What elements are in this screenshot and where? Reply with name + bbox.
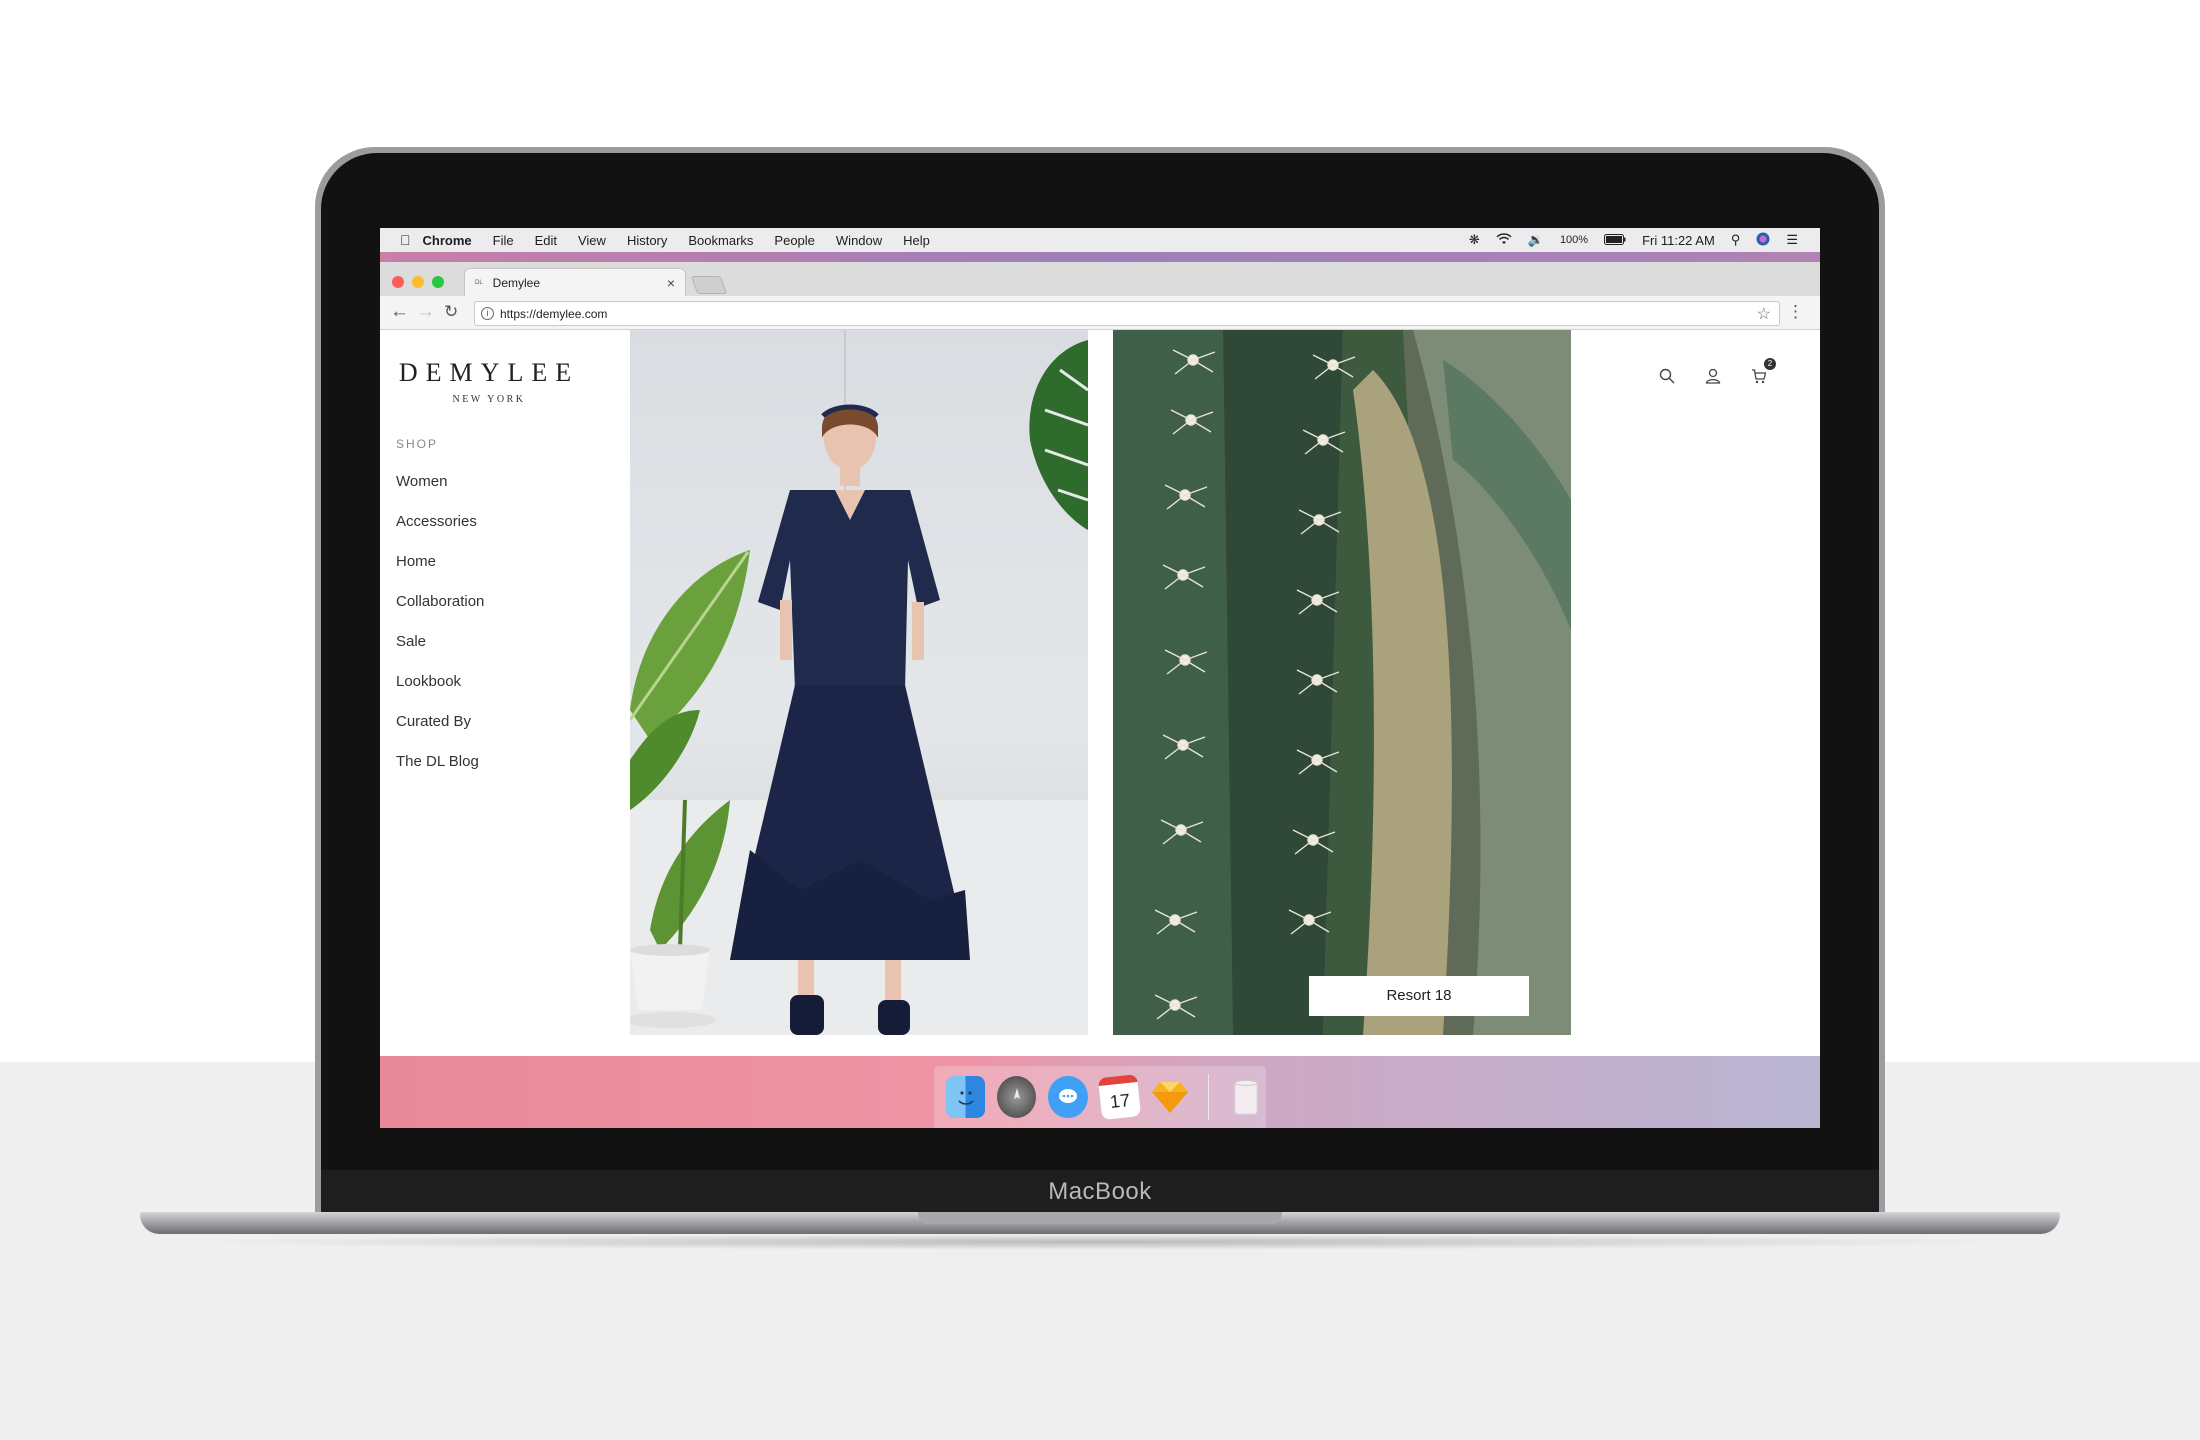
- tab-title: Demylee: [492, 275, 541, 290]
- menu-people[interactable]: People: [774, 233, 814, 248]
- menu-bookmarks[interactable]: Bookmarks: [688, 233, 753, 248]
- spotlight-search-icon[interactable]: ⚲: [1731, 232, 1741, 248]
- browser-menu-icon[interactable]: ⋮: [1787, 303, 1804, 320]
- reload-icon[interactable]: ↻: [444, 302, 458, 322]
- resort-18-button[interactable]: Resort 18: [1309, 976, 1529, 1016]
- cart-icon[interactable]: 2: [1748, 358, 1776, 389]
- browser-tabbar: DL Demylee ×: [380, 262, 1820, 296]
- launchpad-icon[interactable]: [997, 1076, 1037, 1118]
- shop-nav-heading: SHOP: [396, 437, 439, 451]
- nav-item-lookbook[interactable]: Lookbook: [396, 672, 484, 712]
- logo-subtitle: NEW YORK: [452, 394, 526, 405]
- messages-icon[interactable]: [1048, 1076, 1088, 1118]
- hero-image-cactus[interactable]: Resort 18: [1113, 330, 1571, 1035]
- volume-icon[interactable]: 🔉: [1528, 232, 1544, 248]
- menubar-clock[interactable]: Fri 11:22 AM: [1642, 233, 1715, 248]
- trash-icon[interactable]: [1227, 1076, 1266, 1118]
- new-tab-button[interactable]: [690, 276, 728, 294]
- site-header-icons: 2: [1656, 358, 1776, 389]
- address-bar[interactable]: i https://demylee.com ☆: [474, 301, 1780, 326]
- nav-item-home[interactable]: Home: [396, 552, 484, 592]
- sketch-icon[interactable]: [1151, 1076, 1190, 1118]
- forward-arrow-icon[interactable]: →: [416, 301, 435, 323]
- nav-item-women[interactable]: Women: [396, 472, 484, 512]
- window-close-button[interactable]: [392, 276, 404, 288]
- search-icon[interactable]: [1656, 368, 1678, 389]
- hero-image-model[interactable]: [630, 330, 1088, 1035]
- calendar-day: 17: [1108, 1089, 1131, 1112]
- window-minimize-button[interactable]: [412, 276, 424, 288]
- webpage: DEMYLEE NEW YORK SHOP Women Accessories …: [380, 330, 1820, 1056]
- back-arrow-icon[interactable]: ←: [390, 301, 409, 323]
- screen:  Chrome File Edit View History Bookmark…: [380, 228, 1820, 1128]
- calendar-icon[interactable]: 17: [1097, 1074, 1141, 1120]
- menu-edit[interactable]: Edit: [535, 233, 557, 248]
- menu-file[interactable]: File: [493, 233, 514, 248]
- menu-view[interactable]: View: [578, 233, 606, 248]
- finder-icon[interactable]: [946, 1076, 986, 1118]
- wifi-icon[interactable]: [1496, 232, 1512, 248]
- tab-close-icon[interactable]: ×: [667, 275, 675, 291]
- nav-item-sale[interactable]: Sale: [396, 632, 484, 672]
- site-logo[interactable]: DEMYLEE NEW YORK: [396, 358, 582, 405]
- siri-icon[interactable]: [1756, 232, 1770, 249]
- wallpaper-strip: [380, 252, 1820, 262]
- menubar-status-area: ❋ 🔉 100% Fri 11:22 AM ⚲ ☰: [1469, 232, 1820, 249]
- menu-window[interactable]: Window: [836, 233, 882, 248]
- menu-app-name[interactable]: Chrome: [423, 233, 472, 248]
- menu-history[interactable]: History: [627, 233, 667, 248]
- site-info-icon[interactable]: i: [481, 307, 494, 320]
- nav-item-collaboration[interactable]: Collaboration: [396, 592, 484, 632]
- shop-nav: Women Accessories Home Collaboration Sal…: [396, 472, 484, 792]
- nav-item-dl-blog[interactable]: The DL Blog: [396, 752, 484, 792]
- accessibility-icon[interactable]: ❋: [1469, 232, 1480, 248]
- laptop-notch: [918, 1212, 1282, 1224]
- cart-count-badge: 2: [1764, 358, 1776, 370]
- model-photo-illustration: [630, 330, 1088, 1035]
- tab-favicon: DL: [475, 279, 483, 286]
- mac-dock: 17: [934, 1066, 1266, 1128]
- cactus-photo-illustration: [1113, 330, 1571, 1035]
- nav-item-curated-by[interactable]: Curated By: [396, 712, 484, 752]
- address-url: https://demylee.com: [500, 306, 608, 321]
- menu-help[interactable]: Help: [903, 233, 930, 248]
- logo-wordmark: DEMYLEE: [398, 358, 580, 387]
- browser-toolbar: ← → ↻ i https://demylee.com ☆ ⋮: [380, 296, 1820, 330]
- laptop-shadow: [180, 1234, 2020, 1250]
- battery-icon[interactable]: [1604, 233, 1626, 248]
- browser-tab[interactable]: DL Demylee ×: [464, 268, 686, 296]
- bookmark-star-icon[interactable]: ☆: [1757, 304, 1771, 324]
- notification-center-icon[interactable]: ☰: [1786, 232, 1798, 248]
- nav-item-accessories[interactable]: Accessories: [396, 512, 484, 552]
- apple-menu-icon[interactable]: : [400, 232, 411, 248]
- dock-separator: [1207, 1074, 1209, 1120]
- mac-menubar:  Chrome File Edit View History Bookmark…: [380, 228, 1820, 252]
- battery-percent: 100%: [1559, 234, 1589, 246]
- window-zoom-button[interactable]: [432, 276, 444, 288]
- account-icon[interactable]: [1702, 368, 1724, 389]
- device-brand-label: MacBook: [1048, 1178, 1152, 1205]
